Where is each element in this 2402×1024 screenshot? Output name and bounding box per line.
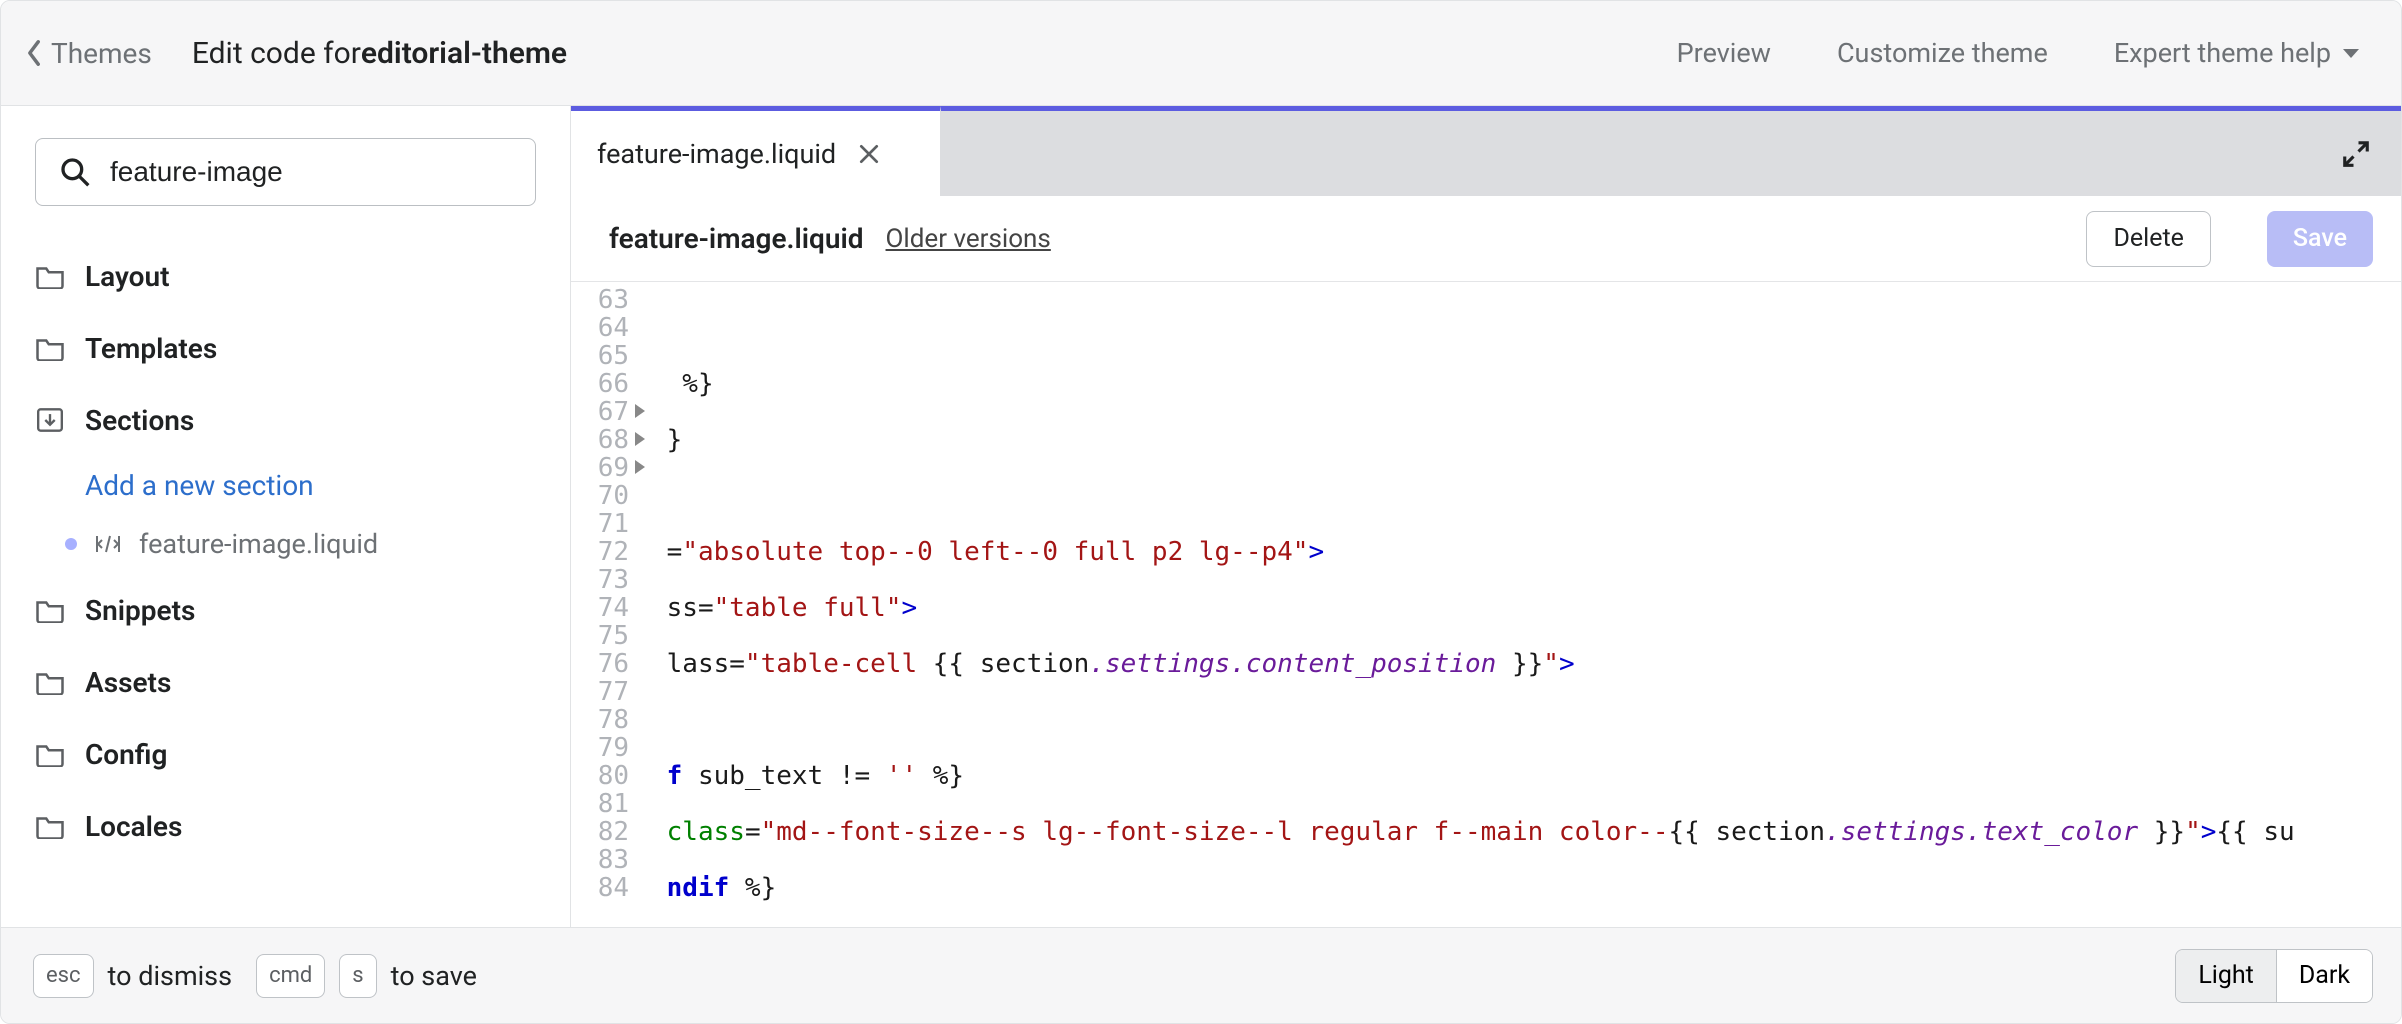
folder-icon [35,669,65,695]
modified-dot-icon [65,538,77,550]
folder-icon [35,335,65,361]
page-title: Edit code for editorial-theme [192,36,567,71]
back-to-themes[interactable]: Themes [25,37,152,70]
tabbar: feature-image.liquid [571,106,2401,196]
save-label: to save [391,960,477,992]
theme-light-button[interactable]: Light [2176,950,2276,1002]
code-content[interactable]: %} } ="absolute top--0 left--0 full p2 l… [635,282,2401,927]
folder-download-icon [35,407,65,433]
sidebar-item-sections[interactable]: Sections [35,384,536,456]
theme-toggle[interactable]: Light Dark [2175,949,2373,1003]
kbd-esc: esc [33,954,94,998]
code-editor[interactable]: 63 64 65 66 67 68 69 70 71 72 73 74 75 7… [571,282,2401,927]
dismiss-label: to dismiss [108,960,233,992]
kbd-s: s [339,954,376,998]
file-name: feature-image.liquid [609,222,864,255]
sidebar-item-assets[interactable]: Assets [35,646,536,718]
sidebar: Layout Templates Sections Add a new sect… [1,106,571,927]
footer: esc to dismiss cmd s to save Light Dark [1,927,2401,1023]
sidebar-item-locales[interactable]: Locales [35,790,536,862]
sidebar-file-feature-image[interactable]: feature-image.liquid [35,514,536,574]
tab-feature-image[interactable]: feature-image.liquid [571,106,941,196]
folder-icon [35,813,65,839]
expert-help-link[interactable]: Expert theme help [2114,37,2361,69]
save-button[interactable]: Save [2267,211,2373,267]
theme-dark-button[interactable]: Dark [2276,950,2372,1002]
older-versions-link[interactable]: Older versions [886,224,1051,254]
folder-icon [35,263,65,289]
fullscreen-button[interactable] [2311,111,2401,196]
add-new-section-link[interactable]: Add a new section [35,456,536,514]
sidebar-item-config[interactable]: Config [35,718,536,790]
gutter: 63 64 65 66 67 68 69 70 71 72 73 74 75 7… [571,282,635,927]
sidebar-item-layout[interactable]: Layout [35,240,536,312]
folder-icon [35,597,65,623]
sidebar-item-snippets[interactable]: Snippets [35,574,536,646]
search-input[interactable] [35,138,536,206]
kbd-cmd: cmd [256,954,325,998]
preview-link[interactable]: Preview [1677,37,1771,69]
code-file-icon [93,532,123,556]
sidebar-item-templates[interactable]: Templates [35,312,536,384]
folder-icon [35,741,65,767]
close-icon[interactable] [858,143,880,165]
filebar: feature-image.liquid Older versions Dele… [571,196,2401,282]
customize-theme-link[interactable]: Customize theme [1837,37,2048,69]
editor-area: feature-image.liquid feature-image.liqui… [571,106,2401,927]
search-icon [59,156,91,188]
caret-down-icon [2341,46,2361,60]
chevron-left-icon [25,39,43,67]
back-label: Themes [51,37,152,70]
topbar: Themes Edit code for editorial-theme Pre… [1,1,2401,106]
delete-button[interactable]: Delete [2086,211,2210,267]
fullscreen-icon [2341,139,2371,169]
